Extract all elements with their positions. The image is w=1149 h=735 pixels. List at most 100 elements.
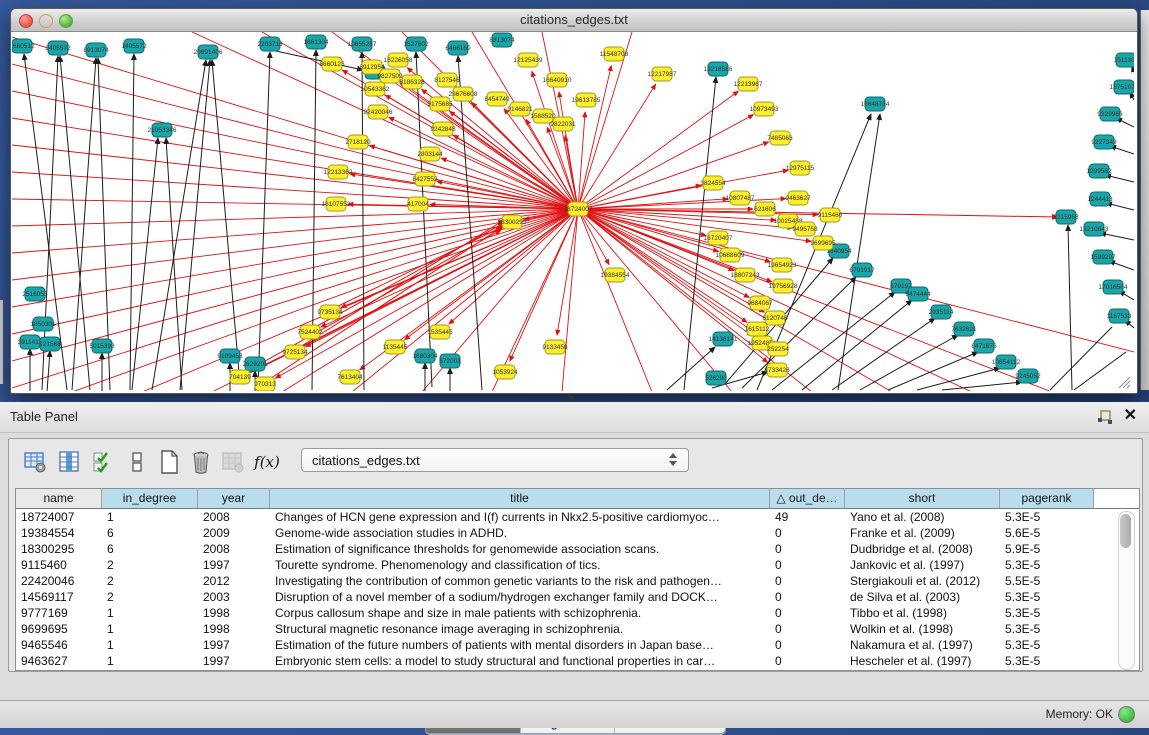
graph-node[interactable]: 1733426 [764,363,790,377]
table-cell[interactable]: 9463627 [16,653,102,669]
table-cell[interactable]: 0 [770,557,845,573]
table-row[interactable]: 1872400712008Changes of HCN gene express… [16,509,1139,525]
graph-node[interactable]: 10655287 [348,37,377,51]
graph-node[interactable]: 19613785 [572,93,601,107]
graph-node[interactable]: 19756928 [769,279,798,293]
graph-node[interactable]: 8660123 [319,57,345,71]
table-cell[interactable]: 1 [102,653,198,669]
table-cell[interactable]: 1 [102,605,198,621]
graph-node[interactable]: 1535445 [427,325,453,339]
graph-node[interactable]: 704139 [229,370,251,384]
graph-node[interactable]: 1861304 [303,35,329,49]
graph-node[interactable]: 12213967 [734,77,763,91]
graph-node[interactable]: 9109458 [217,349,243,363]
table-cell[interactable]: 5.6E-5 [1000,525,1094,541]
graph-node[interactable]: 8471676 [971,339,997,353]
table-selector-dropdown[interactable]: citations_edges.txt [301,448,689,472]
graph-node[interactable]: 16640910 [543,73,572,87]
column-header-title[interactable]: title [270,489,770,509]
graph-node[interactable]: 2935114 [929,305,954,319]
graph-node[interactable]: 1511304 [1114,53,1134,67]
table-cell[interactable]: 0 [770,621,845,637]
table-cell[interactable]: Hescheler et al. (1997) [845,653,1000,669]
graph-node[interactable]: 9684067 [747,296,773,310]
table-cell[interactable]: Genome-wide association studies in ADHD. [270,525,770,541]
graph-node[interactable]: 6466160 [445,41,471,55]
graph-node[interactable]: 1660512 [12,39,35,53]
column-header-pagerank[interactable]: pagerank [1000,489,1094,509]
table-cell[interactable]: 2009 [198,525,270,541]
graph-node[interactable]: 7485063 [767,131,793,145]
graph-node[interactable]: 10973493 [750,102,779,116]
graph-node[interactable]: 20691406 [194,45,223,59]
graph-node[interactable]: 9245052 [1015,369,1041,383]
table-cell[interactable]: 0 [770,541,845,557]
graph-node[interactable]: 9474444 [905,287,931,301]
graph-node[interactable]: 2516053 [22,287,48,301]
table-cell[interactable]: 1997 [198,653,270,669]
graph-node[interactable]: 2405572 [45,41,71,55]
table-cell[interactable]: Estimation of significance thresholds fo… [270,541,770,557]
graph-node[interactable]: 9133456 [542,340,568,354]
column-header-out_de[interactable]: △ out_de… [770,489,845,509]
graph-node[interactable]: 1167533 [1107,309,1132,323]
graph-node[interactable]: 9463627 [785,191,811,205]
table-cell[interactable]: Changes of HCN gene expression and I(f) … [270,509,770,525]
table-cell[interactable]: Dudbridge et al. (2008) [845,541,1000,557]
table-cell[interactable]: 0 [770,605,845,621]
table-cell[interactable]: Disruption of a novel member of a sodium… [270,589,770,605]
graph-node[interactable]: 121568 [39,337,61,351]
graph-node[interactable]: 8454749 [484,92,510,106]
table-cell[interactable]: 6 [102,525,198,541]
import-table-button[interactable] [219,448,247,476]
table-cell[interactable]: 49 [770,509,845,525]
table-cell[interactable]: 1 [102,509,198,525]
graph-node[interactable]: 1615112 [745,322,770,336]
citation-graph[interactable]: 1660512240557289130741405572206914062203… [12,32,1134,391]
table-cell[interactable]: 6 [102,541,198,557]
graph-node[interactable]: 29676608 [449,87,478,101]
select-rows-button[interactable] [89,448,117,476]
table-cell[interactable]: 1998 [198,621,270,637]
table-cell[interactable]: Jankovic et al. (1997) [845,557,1000,573]
table-cell[interactable]: Nakamura et al. (1997) [845,637,1000,653]
graph-node[interactable]: 7524402 [297,325,323,339]
graph-node[interactable]: 9329966 [1097,107,1123,121]
float-panel-icon[interactable] [1097,409,1113,425]
table-cell[interactable]: 18724007 [16,509,102,525]
table-cell[interactable]: 2 [102,573,198,589]
network-canvas[interactable]: 1660512240557289130741405572206914062203… [12,32,1134,391]
table-cell[interactable]: 5.3E-5 [1000,621,1094,637]
table-cell[interactable]: 19384554 [16,525,102,541]
table-cell[interactable]: 5.3E-5 [1000,589,1094,605]
graph-node[interactable]: 970313 [254,377,276,391]
table-cell[interactable]: 1997 [198,637,270,653]
graph-node[interactable]: 16648784 [861,97,890,111]
table-cell[interactable]: 0 [770,653,845,669]
graph-node[interactable]: 7632621 [951,322,977,336]
graph-node[interactable]: 12217987 [648,67,677,81]
graph-node[interactable]: 1599297 [1090,250,1116,264]
table-cell[interactable]: 2 [102,589,198,605]
table-row[interactable]: 1830029562008Estimation of significance … [16,541,1139,557]
graph-node[interactable]: 19384554 [601,268,630,282]
table-cell[interactable]: Stergiakouli et al. (2012) [845,573,1000,589]
table-cell[interactable]: 2 [102,557,198,573]
graph-node[interactable]: 21053346 [148,123,177,137]
graph-node[interactable]: 1405572 [121,39,147,53]
table-cell[interactable]: Estimation of the future numbers of pati… [270,637,770,653]
graph-node[interactable]: 8813074 [489,33,515,47]
table-cell[interactable]: 0 [770,637,845,653]
graph-node[interactable]: 1209582 [1086,164,1112,178]
table-cell[interactable]: Investigating the contribution of common… [270,573,770,589]
graph-node[interactable]: 12125439 [514,53,543,67]
canvas-resize-handle[interactable] [1117,375,1131,389]
graph-node[interactable]: 9725134 [282,345,308,359]
graph-node[interactable]: 1527602 [403,37,429,51]
column-header-year[interactable]: year [198,489,270,509]
table-cell[interactable]: de Silva et al. (2003) [845,589,1000,605]
table-cell[interactable]: 1998 [198,605,270,621]
table-cell[interactable]: 9115460 [16,557,102,573]
graph-node[interactable]: 22420046 [364,105,393,119]
graph-node[interactable]: 10543362 [361,82,390,96]
